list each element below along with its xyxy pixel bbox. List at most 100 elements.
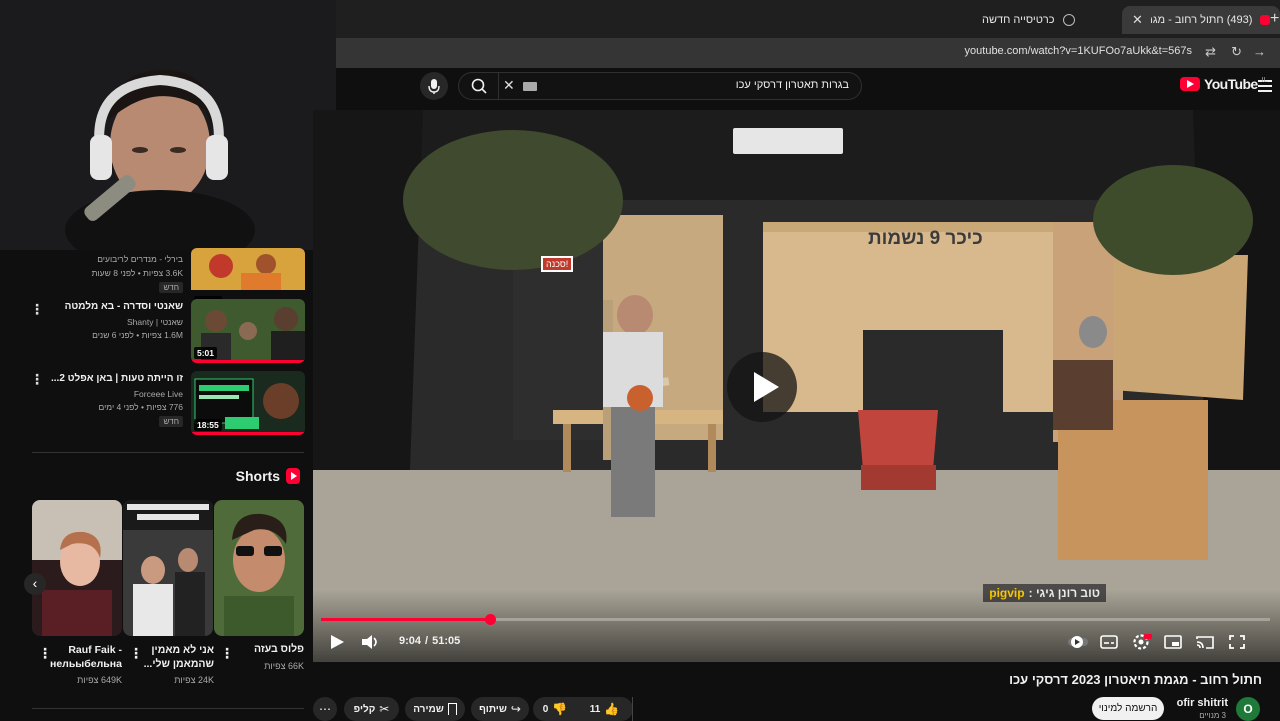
subscriber-count: 3 מנויים xyxy=(1199,711,1226,720)
channel-name[interactable]: שאנטי | Shanty xyxy=(127,317,183,327)
miniplayer-icon xyxy=(1164,635,1182,649)
tab-title: כרטיסייה חדשה xyxy=(982,14,1055,26)
gear-icon xyxy=(1133,634,1152,650)
channel-name[interactable]: Forceee Live xyxy=(134,389,183,399)
seek-handle[interactable] xyxy=(484,614,496,625)
shorts-icon xyxy=(286,468,300,484)
like-count: 11 xyxy=(589,703,601,715)
save-button[interactable]: שמירה xyxy=(405,697,465,721)
tab-new-tab[interactable]: כרטיסייה חדשה xyxy=(972,6,1120,34)
shorts-prev-button[interactable]: ‹ xyxy=(24,573,46,595)
video-player[interactable]: כיכר 9 נשמות סכנה! טוב רונן גיגי : pigvi… xyxy=(313,110,1280,662)
tab-youtube[interactable]: (493) חתול רחוב - מגמת תיאטר ✕ xyxy=(1122,6,1280,34)
short-info-2[interactable]: אני לא מאמין שהמאמן שלי... 24K צפיות xyxy=(140,643,214,685)
keyboard-icon[interactable] xyxy=(523,82,537,91)
autoplay-icon xyxy=(1068,636,1088,648)
seek-bar[interactable] xyxy=(321,614,1270,625)
volume-button[interactable] xyxy=(359,632,381,652)
back-arrow-icon[interactable]: → xyxy=(1253,44,1266,59)
search-input[interactable]: בגרות תאטרון דרסקי עכו xyxy=(736,79,849,91)
more-options-icon[interactable]: ⋮ xyxy=(38,645,52,662)
stage-sign-text: כיכר 9 נשמות xyxy=(868,228,983,249)
new-badge: חדש xyxy=(159,416,183,427)
short-thumbnail-3[interactable] xyxy=(32,500,122,636)
play-icon xyxy=(754,372,779,402)
short-info-3[interactable]: Rauf Faik - нельыбельная... 649K צפיות xyxy=(50,643,122,685)
duration-badge: 18:55 xyxy=(194,419,222,431)
url-field[interactable]: youtube.com/watch?v=1KUFOo7aUkk&t=567s xyxy=(965,45,1192,57)
logo-region: IL xyxy=(1261,76,1268,84)
dislike-count: 0 xyxy=(542,703,549,715)
like-dislike-group: 11 👍 0 👎 xyxy=(533,697,633,721)
video-title[interactable]: שאנטי וסדרה - בא מלמטה xyxy=(33,301,183,312)
fullscreen-icon xyxy=(1229,635,1245,649)
clip-button[interactable]: ✂ קליפ xyxy=(344,697,399,721)
thumbnail-image xyxy=(191,248,305,290)
youtube-logo[interactable]: YouTube IL xyxy=(1180,76,1267,92)
left-panel: 16:21 בירלי - מנדרים לריבועים 3.6K צפיות… xyxy=(0,0,336,720)
list-item[interactable]: ⋮ 5:01 שאנטי וסדרה - בא מלמטה שאנטי | Sh… xyxy=(30,299,305,365)
microphone-icon xyxy=(428,79,440,94)
more-options-icon[interactable]: ⋮ xyxy=(220,645,234,662)
webcam-overlay xyxy=(0,0,336,250)
big-play-button[interactable] xyxy=(727,352,797,422)
video-thumbnail[interactable]: 5:01 xyxy=(191,299,305,363)
tab-title: (493) חתול רחוב - מגמת תיאטר xyxy=(1151,14,1253,26)
browser-address-bar: → ↻ ⇄ youtube.com/watch?v=1KUFOo7aUkk&t=… xyxy=(336,38,1280,68)
clip-label: קליפ xyxy=(353,703,376,715)
channel-avatar[interactable]: O xyxy=(1236,697,1260,721)
search-box[interactable]: בגרות תאטרון דרסקי עכו ✕ xyxy=(458,72,862,100)
play-button[interactable] xyxy=(327,632,347,652)
fullscreen-button[interactable] xyxy=(1226,632,1248,652)
video-title[interactable]: זו הייתה טעות | באן אפלט 2... xyxy=(33,373,183,384)
short-title[interactable]: Rauf Faik - нельыбельная... xyxy=(50,643,122,671)
cast-button[interactable] xyxy=(1194,632,1216,652)
more-actions-button[interactable]: ⋯ xyxy=(313,697,337,721)
short-views: 66K צפיות xyxy=(264,661,304,671)
short-thumbnail-1[interactable] xyxy=(214,500,304,636)
share-button[interactable]: ↪ שיתוף xyxy=(471,697,529,721)
current-time: 9:04 xyxy=(399,635,422,647)
scissors-icon: ✂ xyxy=(379,702,390,716)
voice-search-button[interactable] xyxy=(420,72,448,100)
short-image xyxy=(214,500,304,636)
video-meta: 776 צפיות • לפני 4 ימים xyxy=(98,402,183,412)
video-meta: 3.6K צפיות • לפני 8 שעות xyxy=(91,268,183,278)
short-title[interactable]: אני לא מאמין שהמאמן שלי... xyxy=(140,643,214,671)
channel-name[interactable]: בירלי - מנדרים לריבועים xyxy=(97,254,183,264)
play-icon xyxy=(331,635,344,649)
new-tab-icon[interactable]: + xyxy=(1270,10,1279,28)
clear-search-icon[interactable]: ✕ xyxy=(503,77,515,94)
channel-name[interactable]: ofir shitrit xyxy=(1177,697,1228,709)
short-image xyxy=(32,500,122,636)
search-button[interactable] xyxy=(459,73,499,99)
youtube-favicon-icon xyxy=(1260,15,1270,25)
miniplayer-button[interactable] xyxy=(1162,632,1184,652)
duration-badge: 5:01 xyxy=(194,347,218,359)
reload-icon[interactable]: ↻ xyxy=(1231,44,1242,60)
site-settings-icon[interactable]: ⇄ xyxy=(1205,44,1216,60)
settings-button[interactable] xyxy=(1130,632,1152,652)
video-title: חתול רחוב - מגמת תיאטרון 2023 דרסקי עכו xyxy=(1009,672,1262,687)
share-icon: ↪ xyxy=(510,702,521,716)
thumbs-up-icon: 👍 xyxy=(604,702,620,716)
save-label: שמירה xyxy=(413,703,444,715)
short-thumbnail-2[interactable] xyxy=(123,500,213,636)
webcam-feed xyxy=(0,0,336,250)
cast-icon xyxy=(1196,636,1214,649)
list-item[interactable]: ⋮ 18:55 זו הייתה טעות | באן אפלט 2... Fo… xyxy=(30,371,305,437)
close-tab-icon[interactable]: ✕ xyxy=(1132,12,1143,28)
total-time: 51:05 xyxy=(432,635,461,647)
more-options-icon[interactable]: ⋮ xyxy=(129,645,143,662)
autoplay-toggle[interactable] xyxy=(1067,632,1089,652)
subscribe-button[interactable]: הרשמה למינוי xyxy=(1092,697,1164,720)
like-button[interactable]: 11 👍 xyxy=(577,697,633,721)
subtitles-button[interactable] xyxy=(1098,632,1120,652)
video-thumbnail[interactable]: 18:55 xyxy=(191,371,305,435)
subtitles-icon xyxy=(1100,635,1118,649)
dislike-button[interactable]: 0 👎 xyxy=(533,697,577,721)
globe-icon xyxy=(1062,14,1075,26)
watched-progress xyxy=(191,432,305,435)
new-badge: חדש xyxy=(159,282,183,293)
progress-bar xyxy=(321,618,490,621)
